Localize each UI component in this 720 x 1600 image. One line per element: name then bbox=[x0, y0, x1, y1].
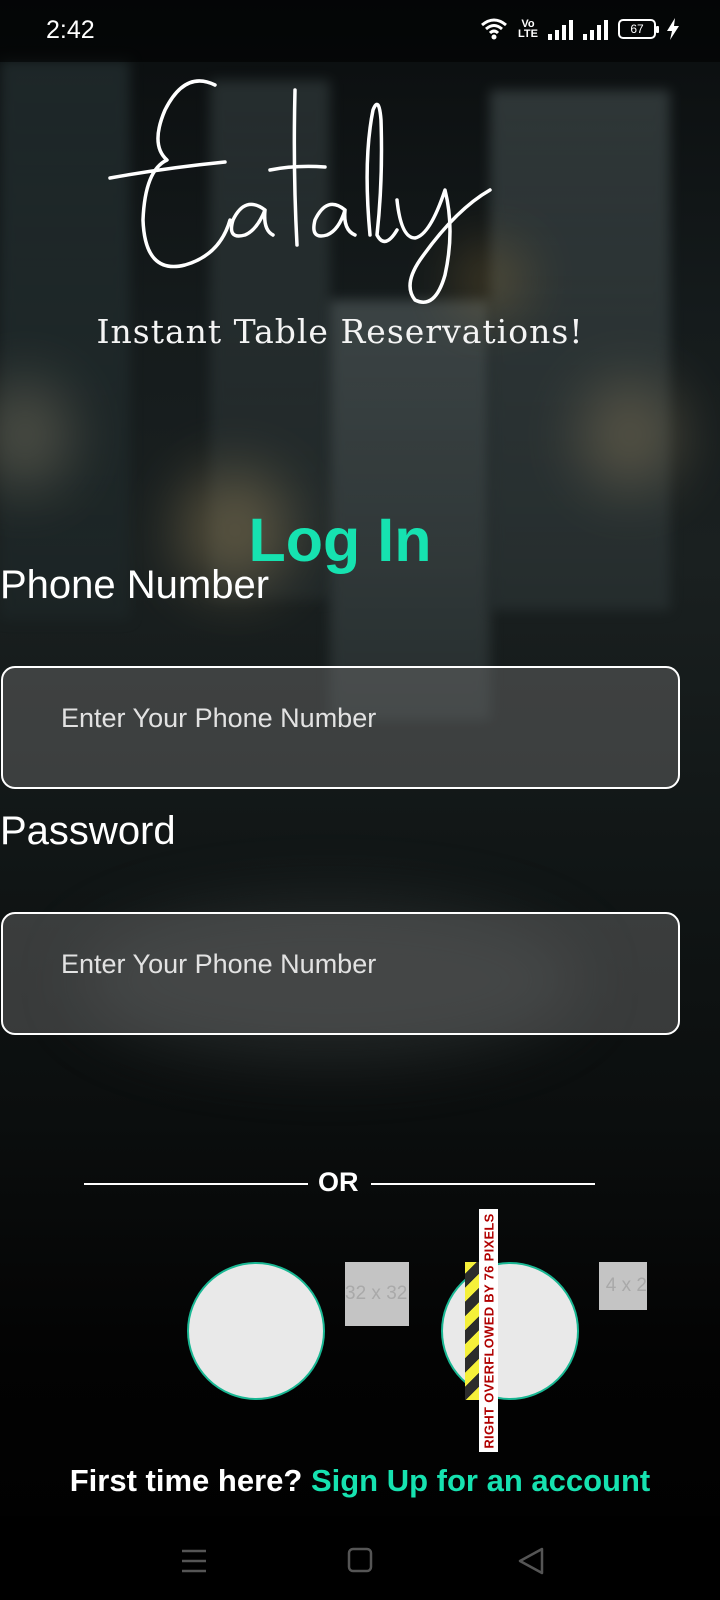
signup-prompt-text: First time here? bbox=[69, 1463, 311, 1498]
divider-line-left bbox=[84, 1183, 308, 1185]
eataly-logo bbox=[108, 79, 492, 304]
social-login-button-1[interactable] bbox=[187, 1262, 325, 1400]
password-field[interactable] bbox=[1, 912, 680, 1035]
signup-link[interactable]: Sign Up for an account bbox=[311, 1463, 650, 1498]
battery-icon: 67 bbox=[618, 19, 659, 39]
image-placeholder-1: 32 x 32 bbox=[345, 1262, 409, 1326]
battery-level: 67 bbox=[630, 22, 644, 36]
tagline: Instant Table Reservations! bbox=[96, 312, 584, 351]
phone-label: Phone Number bbox=[0, 563, 270, 607]
social-login-button-2[interactable] bbox=[441, 1262, 579, 1400]
wifi-icon bbox=[481, 18, 507, 40]
image-placeholder-2: 4 x 2 bbox=[599, 1262, 647, 1310]
status-bar: 2:42 Vo LTE 67 bbox=[0, 0, 720, 62]
back-triangle-icon[interactable] bbox=[512, 1546, 552, 1576]
volte-icon: Vo LTE bbox=[518, 18, 538, 40]
signal-1-icon bbox=[548, 18, 573, 40]
menu-icon[interactable] bbox=[174, 1546, 214, 1576]
or-text: OR bbox=[318, 1167, 359, 1197]
home-square-icon[interactable] bbox=[340, 1546, 380, 1576]
charging-icon bbox=[667, 18, 679, 40]
status-icons: Vo LTE 67 bbox=[480, 18, 680, 40]
phone-field[interactable] bbox=[1, 666, 680, 789]
signal-2-icon bbox=[583, 18, 608, 40]
signup-prompt: First time here? Sign Up for an account bbox=[0, 1463, 720, 1499]
password-label: Password bbox=[0, 809, 176, 853]
status-time: 2:42 bbox=[46, 16, 95, 44]
phone-input[interactable] bbox=[61, 696, 621, 740]
overflow-stripe bbox=[465, 1262, 480, 1400]
divider-line-right bbox=[371, 1183, 595, 1185]
overflow-warning: RIGHT OVERFLOWED BY 76 PIXELS bbox=[479, 1209, 498, 1452]
password-input[interactable] bbox=[61, 942, 621, 986]
system-nav-bar bbox=[0, 1516, 720, 1600]
or-divider: OR bbox=[0, 1165, 720, 1201]
